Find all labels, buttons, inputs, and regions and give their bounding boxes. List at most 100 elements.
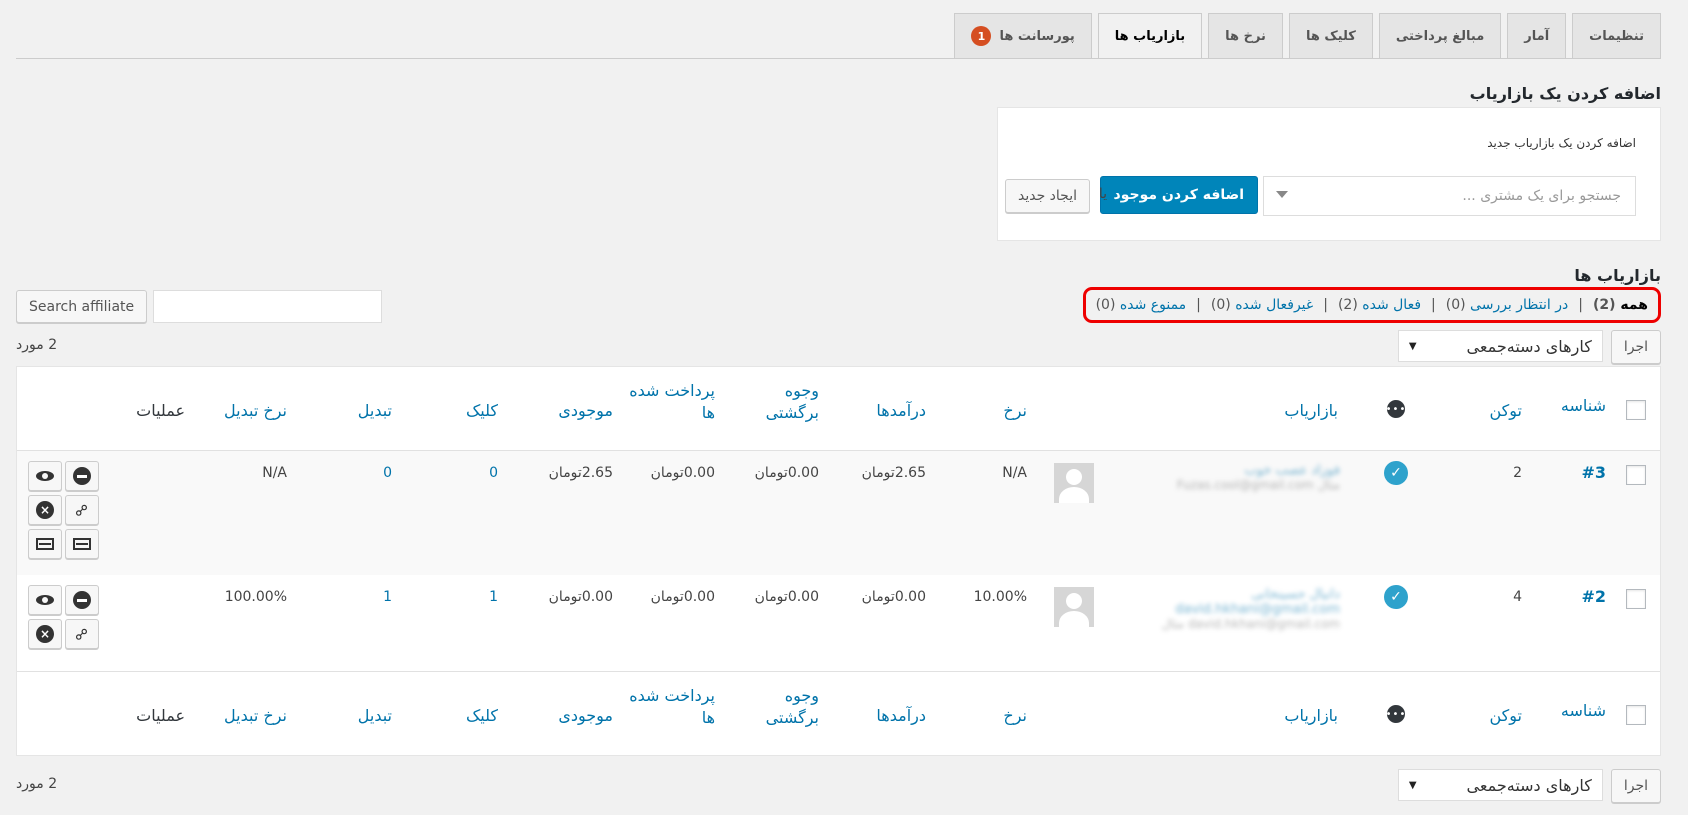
balance-value: 2.65تومان [548, 465, 613, 481]
affiliate-info-blurred[interactable]: دانیال حسینخانی david.hkhani@gmail.com d… [1110, 587, 1340, 631]
col-earnings[interactable]: درآمدها [876, 705, 926, 727]
view-button[interactable] [28, 461, 62, 491]
tab-label: آمار [1524, 28, 1550, 44]
create-new-button[interactable]: ایجاد جدید [1004, 179, 1090, 213]
affiliate-meta: مثال Fuzas.cool@gmail.com [1176, 478, 1340, 492]
row-checkbox[interactable] [1626, 589, 1646, 609]
col-refunds[interactable]: وجوه برگشتی [766, 380, 819, 424]
table-row: #3 2 ✓ فوزاد عصب خوب مثال Fuzas.cool@gma… [17, 451, 1660, 575]
tabs-divider [16, 58, 1661, 59]
nav-tabs: پورسانت ها 1 بازاریاب ها نرخ ها کلیک ها … [954, 13, 1661, 59]
col-refunds[interactable]: وجوه برگشتی [766, 685, 819, 729]
affiliate-email: david.hkhani@gmail.com [1175, 602, 1340, 617]
delete-button[interactable]: × [28, 495, 62, 525]
filter-count: (0) [1445, 297, 1466, 313]
affiliate-info-blurred[interactable]: فوزاد عصب خوب مثال Fuzas.cool@gmail.com [1110, 463, 1340, 492]
col-rate[interactable]: نرخ [1003, 705, 1027, 727]
tab-commissions[interactable]: پورسانت ها 1 [954, 13, 1092, 58]
affiliate-search-input[interactable] [153, 290, 383, 323]
link-button[interactable]: ⚯ [65, 495, 99, 525]
items-count-bottom: 2 مورد [16, 776, 58, 792]
tab-rates[interactable]: نرخ ها [1208, 13, 1283, 58]
filter-inactive[interactable]: غیرفعال شده (0) [1211, 297, 1313, 313]
col-actions: عملیات [136, 401, 185, 420]
conversion-rate-value: N/A [262, 465, 287, 481]
col-clicks[interactable]: کلیک [466, 705, 498, 727]
col-refunds-line2: برگشتی [765, 708, 819, 727]
ban-button[interactable] [65, 461, 99, 491]
filter-pending[interactable]: در انتظار بررسی (0) [1446, 297, 1569, 313]
select-all-checkbox[interactable] [1626, 705, 1646, 725]
col-token[interactable]: توکن [1489, 705, 1522, 727]
link-button[interactable]: ⚯ [65, 619, 99, 649]
col-id[interactable]: شناسه [1561, 395, 1606, 417]
bulk-actions-select[interactable]: کارهای دسته‌جمعی ▼ [1397, 769, 1603, 801]
filter-count: (2) [1592, 297, 1616, 313]
filter-all[interactable]: همه (2) [1593, 297, 1648, 313]
col-earnings[interactable]: درآمدها [876, 400, 926, 422]
filter-banned[interactable]: ممنوع شده (0) [1096, 297, 1187, 313]
col-conversions[interactable]: تبدیل [358, 705, 392, 727]
clicks-link[interactable]: 0 [489, 465, 498, 481]
customer-search-select[interactable]: جستجو برای یک مشتری ... [1263, 176, 1636, 216]
tab-payments[interactable]: مبالغ پرداختی [1378, 13, 1502, 58]
col-paid-line2: ها [701, 708, 715, 727]
col-paid[interactable]: پرداخت شده ها [629, 685, 715, 729]
affiliate-id-link[interactable]: #2 [1581, 587, 1606, 606]
bulk-actions-label: کارهای دسته‌جمعی [1466, 336, 1592, 356]
payment-details-button[interactable] [28, 529, 62, 559]
earnings-value: 0.00تومان [861, 589, 926, 605]
view-button[interactable] [28, 585, 62, 615]
delete-button[interactable]: × [28, 619, 62, 649]
affiliate-id-link[interactable]: #3 [1581, 463, 1606, 482]
col-affiliate[interactable]: بازاریاب [1284, 400, 1338, 422]
apply-button[interactable]: اجرا [1610, 769, 1661, 803]
conversions-link[interactable]: 0 [383, 465, 392, 481]
col-conversions[interactable]: تبدیل [358, 400, 392, 422]
card-icon [73, 538, 91, 550]
select-all-checkbox[interactable] [1626, 400, 1646, 420]
dropdown-caret-icon [1276, 191, 1288, 198]
tab-settings[interactable]: تنظیمات [1572, 13, 1661, 58]
bulk-actions-select[interactable]: کارهای دسته‌جمعی ▼ [1397, 330, 1603, 362]
col-refunds-line1: وجوه [784, 381, 819, 400]
col-conversion-rate[interactable]: نرخ تبدیل [224, 705, 287, 727]
apply-button[interactable]: اجرا [1610, 330, 1661, 364]
col-balance[interactable]: موجودی [558, 400, 613, 422]
earnings-value: 2.65تومان [861, 465, 926, 481]
rate-value: N/A [1002, 465, 1027, 481]
row-checkbox[interactable] [1626, 465, 1646, 485]
bulk-actions-bottom: کارهای دسته‌جمعی ▼ اجرا [1397, 769, 1661, 803]
col-id[interactable]: شناسه [1561, 700, 1606, 722]
col-balance[interactable]: موجودی [558, 705, 613, 727]
col-affiliate[interactable]: بازاریاب [1284, 705, 1338, 727]
add-existing-button[interactable]: اضافه کردن موجود [1099, 176, 1258, 214]
filter-active[interactable]: فعال شده (2) [1338, 297, 1421, 313]
paid-value: 0.00تومان [650, 465, 715, 481]
tab-stats[interactable]: آمار [1507, 13, 1567, 58]
tab-clicks[interactable]: کلیک ها [1288, 13, 1373, 58]
affiliates-title: بازاریاب ها [1574, 266, 1661, 285]
col-clicks[interactable]: کلیک [466, 400, 498, 422]
token-value: 2 [1513, 465, 1522, 481]
active-check-icon: ✓ [1384, 461, 1408, 485]
conversions-link[interactable]: 1 [383, 589, 392, 605]
tab-affiliates[interactable]: بازاریاب ها [1097, 13, 1203, 59]
col-conversion-rate[interactable]: نرخ تبدیل [224, 400, 287, 422]
status-dots-icon: ••• [1386, 705, 1405, 723]
col-token[interactable]: توکن [1489, 400, 1522, 422]
col-refunds-line2: برگشتی [765, 403, 819, 422]
payment-button[interactable] [65, 529, 99, 559]
col-paid[interactable]: پرداخت شده ها [629, 380, 715, 424]
col-rate[interactable]: نرخ [1003, 400, 1027, 422]
clicks-link[interactable]: 1 [489, 589, 498, 605]
filter-separator: | [1431, 297, 1436, 313]
ban-button[interactable] [65, 585, 99, 615]
add-affiliate-title: اضافه کردن یک بازاریاب [1469, 84, 1661, 103]
paid-value: 0.00تومان [650, 589, 715, 605]
conversion-rate-value: 100.00% [224, 589, 287, 605]
ban-icon [73, 591, 91, 609]
filter-label: ممنوع شده [1119, 297, 1187, 313]
refunds-value: 0.00تومان [754, 465, 819, 481]
search-affiliate-button[interactable]: Search affiliate [16, 290, 148, 323]
